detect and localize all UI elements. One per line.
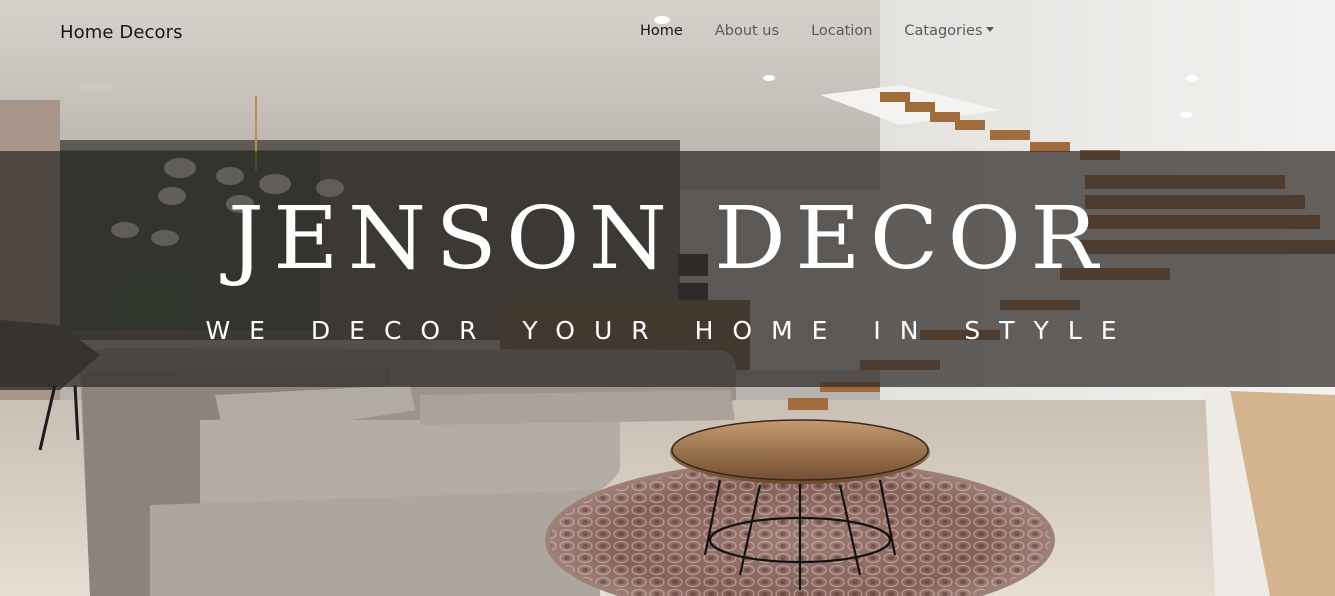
nav-location-link[interactable]: Location [801, 23, 882, 39]
hero-title: JENSON DECOR [227, 189, 1108, 289]
nav-home-link[interactable]: Home [630, 23, 693, 39]
brand-logo-link[interactable]: Home Decors [60, 22, 183, 43]
page: Home Decors Home About us Location Catag… [0, 0, 1335, 596]
nav-about-link[interactable]: About us [705, 23, 789, 39]
nav-categories-label: Catagories [904, 23, 983, 39]
hero-subtitle: WE DECOR YOUR HOME IN STYLE [205, 316, 1136, 345]
nav-links: Home About us Location Catagories [630, 23, 994, 39]
dropdown-caret-icon [985, 27, 994, 32]
nav-categories-dropdown[interactable]: Catagories [894, 23, 994, 39]
top-navbar: Home Decors Home About us Location Catag… [0, 0, 1335, 66]
